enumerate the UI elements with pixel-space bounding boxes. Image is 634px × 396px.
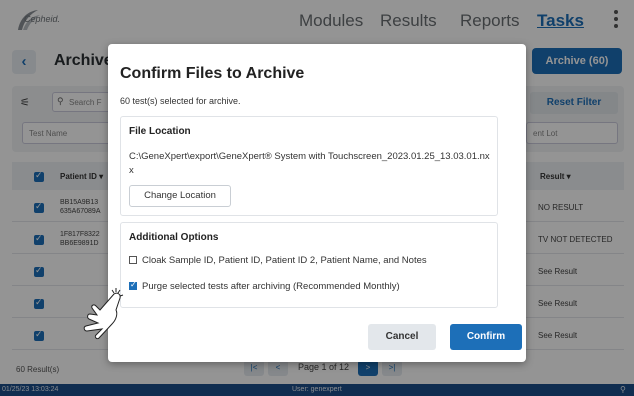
confirm-button[interactable]: Confirm bbox=[450, 324, 522, 350]
dialog-subtitle: 60 test(s) selected for archive. bbox=[120, 96, 241, 106]
dialog-title: Confirm Files to Archive bbox=[120, 65, 305, 82]
change-location-button[interactable]: Change Location bbox=[129, 185, 231, 207]
cancel-button[interactable]: Cancel bbox=[368, 324, 436, 350]
purge-option[interactable]: Purge selected tests after archiving (Re… bbox=[129, 280, 400, 292]
purge-label: Purge selected tests after archiving (Re… bbox=[142, 281, 400, 292]
purge-checkbox[interactable] bbox=[129, 280, 137, 290]
file-path: C:\GeneXpert\export\GeneXpert® System wi… bbox=[129, 151, 490, 176]
confirm-archive-dialog: Confirm Files to Archive 60 test(s) sele… bbox=[108, 44, 526, 362]
additional-options-heading: Additional Options bbox=[129, 232, 219, 243]
cloak-checkbox[interactable] bbox=[129, 256, 137, 264]
file-location-heading: File Location bbox=[129, 126, 191, 137]
pointer-hand-icon bbox=[83, 288, 124, 340]
file-location-card: File Location C:\GeneXpert\export\GeneXp… bbox=[120, 116, 498, 216]
additional-options-card: Additional Options Cloak Sample ID, Pati… bbox=[120, 222, 498, 308]
cloak-option[interactable]: Cloak Sample ID, Patient ID, Patient ID … bbox=[129, 255, 427, 266]
cloak-label: Cloak Sample ID, Patient ID, Patient ID … bbox=[142, 255, 427, 266]
